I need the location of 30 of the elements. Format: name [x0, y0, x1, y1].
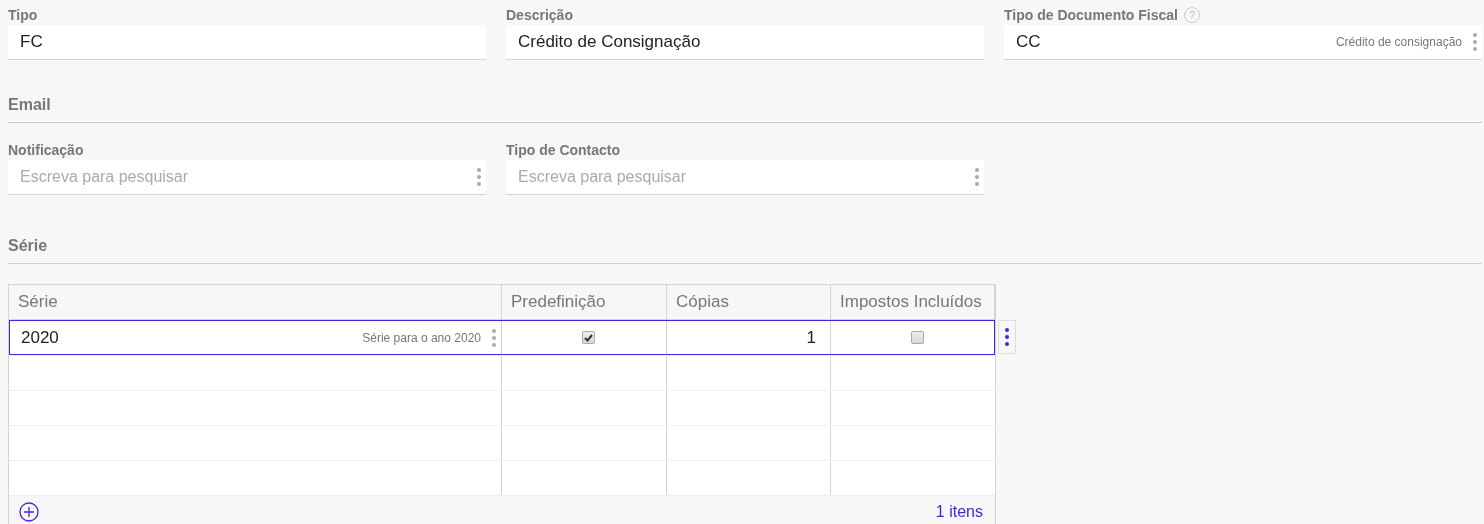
section-heading: Email	[8, 86, 1482, 123]
input-field[interactable]: CC Crédito de consignação	[1004, 25, 1482, 60]
field-label: Tipo de Contacto	[506, 141, 621, 158]
more-icon[interactable]	[491, 327, 497, 348]
field-label: Descrição	[506, 6, 573, 23]
column-header[interactable]: Predefinição	[502, 285, 667, 320]
search-field[interactable]: Escreva para pesquisar	[8, 160, 486, 195]
checkbox[interactable]	[581, 331, 595, 344]
more-icon[interactable]	[1472, 32, 1478, 52]
search-field[interactable]: Escreva para pesquisar	[506, 160, 984, 195]
table-row[interactable]: 2020 Série para o ano 2020 1	[9, 320, 995, 355]
table-cell-text: 2020	[21, 327, 60, 348]
column-header[interactable]: Impostos Incluídos	[831, 285, 995, 320]
field-label: Notificação	[8, 141, 84, 158]
table-cell: 1	[806, 327, 816, 348]
row-menu-button[interactable]	[998, 320, 1016, 354]
field-label: Tipo de Documento Fiscal	[1004, 6, 1178, 23]
column-header[interactable]: Série	[9, 285, 502, 320]
field-label: Tipo	[8, 6, 38, 23]
add-icon[interactable]	[19, 501, 39, 522]
checkbox[interactable]	[910, 331, 924, 344]
section-heading: Série	[8, 227, 1482, 264]
table-cell: Série para o ano 2020	[362, 330, 481, 345]
item-count: 1 itens	[935, 502, 983, 521]
input-field[interactable]: FC	[8, 25, 486, 60]
column-header[interactable]: Cópias	[667, 285, 831, 320]
input-field[interactable]: Crédito de Consignação	[506, 25, 984, 60]
more-icon[interactable]	[476, 167, 482, 187]
more-icon[interactable]	[974, 167, 980, 187]
more-icon	[1004, 327, 1010, 347]
